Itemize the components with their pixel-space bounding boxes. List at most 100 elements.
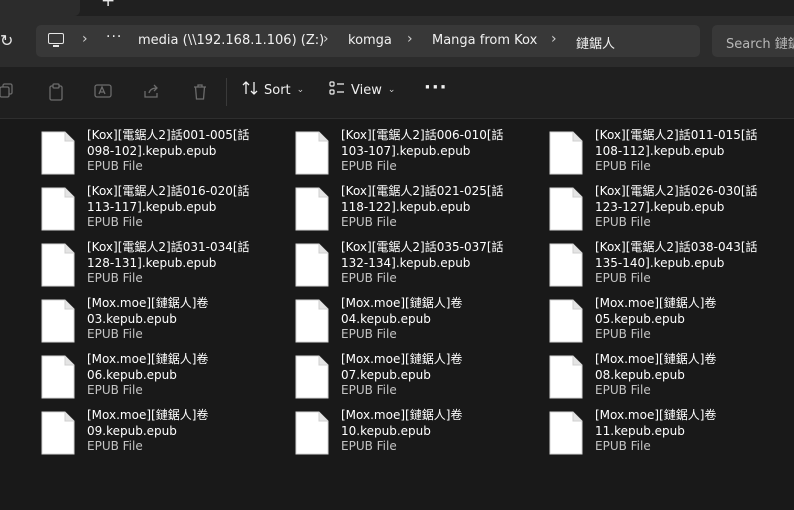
search-input[interactable]: Search 鏈鋸人 (712, 25, 794, 57)
file-item[interactable]: [Mox.moe][鏈鋸人]卷 09.kepub.epub EPUB File (41, 408, 281, 463)
file-type: EPUB File (595, 215, 651, 229)
chevron-down-icon: ⌄ (387, 85, 396, 95)
file-name: [Kox][電鋸人2]話038-043[話 135-140].kepub.epu… (595, 240, 758, 270)
file-name: [Kox][電鋸人2]話026-030[話 123-127].kepub.epu… (595, 184, 758, 214)
file-name: [Mox.moe][鏈鋸人]卷 06.kepub.epub (87, 352, 209, 382)
active-tab[interactable]: ✕ (0, 0, 80, 16)
file-icon (549, 299, 583, 343)
chevron-right-icon[interactable]: › (82, 31, 88, 47)
breadcrumb-item-media-drive[interactable]: media (\\192.168.1.106) (Z:) (138, 33, 324, 48)
file-item[interactable]: [Mox.moe][鏈鋸人]卷 11.kepub.epub EPUB File (549, 408, 789, 463)
file-icon (549, 411, 583, 455)
rename-icon[interactable] (94, 83, 112, 101)
file-icon (41, 411, 75, 455)
search-placeholder: Search 鏈鋸人 (726, 37, 794, 52)
file-name: [Mox.moe][鏈鋸人]卷 03.kepub.epub (87, 296, 209, 326)
file-type: EPUB File (595, 159, 651, 173)
tab-strip: ✕ + (0, 0, 794, 16)
file-icon (549, 355, 583, 399)
file-icon (41, 243, 75, 287)
file-name: [Kox][電鋸人2]話031-034[話 128-131].kepub.epu… (87, 240, 250, 270)
this-pc-icon[interactable] (48, 33, 64, 47)
file-name: [Kox][電鋸人2]話011-015[話 108-112].kepub.epu… (595, 128, 758, 158)
breadcrumb-overflow-button[interactable]: ··· (106, 29, 122, 45)
toolbar-divider (226, 78, 227, 106)
file-item[interactable]: [Kox][電鋸人2]話035-037[話 132-134].kepub.epu… (295, 240, 535, 295)
view-label: View (351, 82, 382, 98)
file-item[interactable]: [Kox][電鋸人2]話031-034[話 128-131].kepub.epu… (41, 240, 281, 295)
file-item[interactable]: [Mox.moe][鏈鋸人]卷 05.kepub.epub EPUB File (549, 296, 789, 351)
command-bar: Sort ⌄ View ⌄ ··· (0, 67, 794, 119)
file-item[interactable]: [Mox.moe][鏈鋸人]卷 10.kepub.epub EPUB File (295, 408, 535, 463)
file-item[interactable]: [Kox][電鋸人2]話006-010[話 103-107].kepub.epu… (295, 128, 535, 183)
file-item[interactable]: [Kox][電鋸人2]話026-030[話 123-127].kepub.epu… (549, 184, 789, 239)
share-icon[interactable] (143, 83, 161, 101)
chevron-right-icon[interactable]: › (551, 31, 557, 47)
sort-icon (242, 80, 258, 100)
file-name: [Kox][電鋸人2]話035-037[話 132-134].kepub.epu… (341, 240, 504, 270)
more-options-button[interactable]: ··· (424, 77, 448, 98)
file-icon (295, 243, 329, 287)
file-icon (549, 187, 583, 231)
file-name: [Kox][電鋸人2]話001-005[話 098-102].kepub.epu… (87, 128, 250, 158)
file-item[interactable]: [Kox][電鋸人2]話001-005[話 098-102].kepub.epu… (41, 128, 281, 183)
address-bar: ↻ › ··· media (\\192.168.1.106) (Z:) › k… (0, 16, 794, 67)
file-type: EPUB File (87, 383, 143, 397)
file-item[interactable]: [Mox.moe][鏈鋸人]卷 07.kepub.epub EPUB File (295, 352, 535, 407)
file-type: EPUB File (341, 327, 397, 341)
breadcrumb-item-manga-from-kox[interactable]: Manga from Kox (432, 33, 537, 48)
file-icon (549, 243, 583, 287)
file-type: EPUB File (595, 327, 651, 341)
file-icon (295, 187, 329, 231)
chevron-right-icon[interactable]: › (323, 31, 329, 47)
file-name: [Mox.moe][鏈鋸人]卷 10.kepub.epub (341, 408, 463, 438)
file-item[interactable]: [Kox][電鋸人2]話011-015[話 108-112].kepub.epu… (549, 128, 789, 183)
file-type: EPUB File (341, 215, 397, 229)
chevron-right-icon[interactable]: › (407, 31, 413, 47)
file-name: [Mox.moe][鏈鋸人]卷 04.kepub.epub (341, 296, 463, 326)
view-button[interactable]: View ⌄ (329, 80, 395, 104)
file-type: EPUB File (341, 383, 397, 397)
breadcrumb-item-current-folder[interactable]: 鏈鋸人 (576, 33, 615, 52)
file-name: [Mox.moe][鏈鋸人]卷 09.kepub.epub (87, 408, 209, 438)
file-type: EPUB File (341, 439, 397, 453)
breadcrumb[interactable]: › ··· media (\\192.168.1.106) (Z:) › kom… (36, 25, 700, 57)
copy-icon[interactable] (0, 83, 16, 101)
refresh-icon[interactable]: ↻ (0, 31, 13, 50)
file-type: EPUB File (341, 159, 397, 173)
file-type: EPUB File (87, 271, 143, 285)
new-tab-icon[interactable]: + (101, 0, 115, 11)
breadcrumb-item-komga[interactable]: komga (348, 33, 392, 48)
view-icon (329, 80, 345, 100)
file-item[interactable]: [Kox][電鋸人2]話038-043[話 135-140].kepub.epu… (549, 240, 789, 295)
file-icon (41, 131, 75, 175)
file-icon (295, 299, 329, 343)
file-icon (41, 187, 75, 231)
file-icon (549, 131, 583, 175)
file-type: EPUB File (87, 215, 143, 229)
file-type: EPUB File (595, 271, 651, 285)
file-item[interactable]: [Mox.moe][鏈鋸人]卷 04.kepub.epub EPUB File (295, 296, 535, 351)
file-name: [Mox.moe][鏈鋸人]卷 05.kepub.epub (595, 296, 717, 326)
file-item[interactable]: [Mox.moe][鏈鋸人]卷 06.kepub.epub EPUB File (41, 352, 281, 407)
file-icon (295, 411, 329, 455)
chevron-down-icon: ⌄ (296, 85, 305, 95)
file-name: [Mox.moe][鏈鋸人]卷 07.kepub.epub (341, 352, 463, 382)
file-item[interactable]: [Kox][電鋸人2]話016-020[話 113-117].kepub.epu… (41, 184, 281, 239)
file-item[interactable]: [Kox][電鋸人2]話021-025[話 118-122].kepub.epu… (295, 184, 535, 239)
file-icon (295, 131, 329, 175)
file-name: [Kox][電鋸人2]話016-020[話 113-117].kepub.epu… (87, 184, 250, 214)
file-type: EPUB File (595, 439, 651, 453)
file-item[interactable]: [Mox.moe][鏈鋸人]卷 03.kepub.epub EPUB File (41, 296, 281, 351)
file-name: [Kox][電鋸人2]話006-010[話 103-107].kepub.epu… (341, 128, 504, 158)
paste-icon[interactable] (47, 83, 65, 101)
delete-icon[interactable] (191, 83, 209, 101)
file-type: EPUB File (595, 383, 651, 397)
file-item[interactable]: [Mox.moe][鏈鋸人]卷 08.kepub.epub EPUB File (549, 352, 789, 407)
file-type: EPUB File (341, 271, 397, 285)
sort-button[interactable]: Sort ⌄ (242, 80, 304, 104)
file-icon (41, 355, 75, 399)
close-tab-icon[interactable]: ✕ (60, 0, 71, 1)
file-name: [Mox.moe][鏈鋸人]卷 11.kepub.epub (595, 408, 717, 438)
file-type: EPUB File (87, 159, 143, 173)
